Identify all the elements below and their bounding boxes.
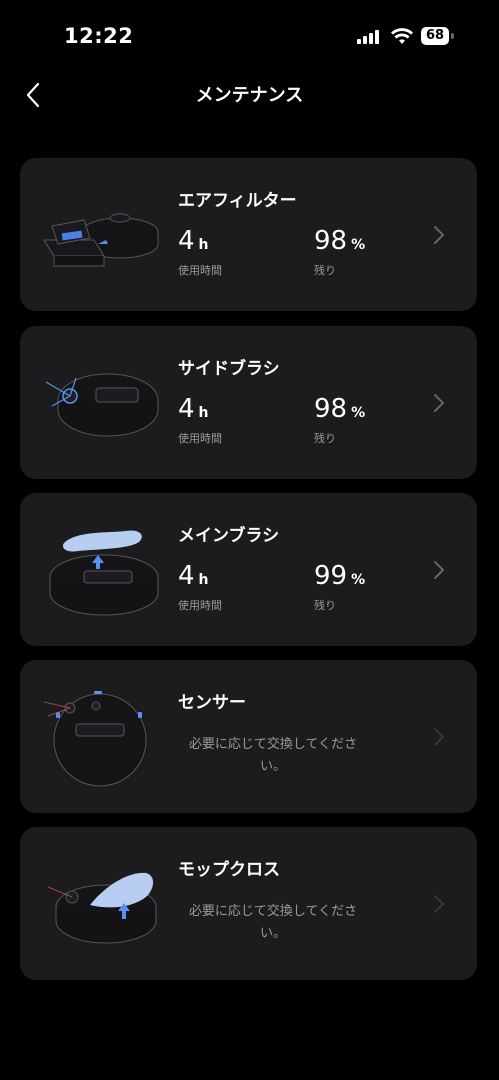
remaining-unit: %: [351, 405, 366, 421]
usage-label: 使用時間: [178, 264, 222, 277]
remaining-unit: %: [351, 572, 366, 588]
main-brush-card[interactable]: メインブラシ 4h 使用時間 99% 残り: [20, 493, 477, 646]
card-title: エアフィルター: [178, 191, 297, 211]
header: メンテナンス: [0, 70, 499, 120]
card-title: サイドブラシ: [178, 359, 280, 379]
mop-cloth-illustration: [47, 872, 157, 944]
usage-time-metric: 4h 使用時間: [178, 561, 222, 613]
chevron-right-icon: [434, 226, 444, 244]
usage-label: 使用時間: [178, 599, 222, 612]
side-brush-card[interactable]: サイドブラシ 4h 使用時間 98% 残り: [20, 326, 477, 479]
page-title: メンテナンス: [195, 85, 304, 106]
sensor-illustration: [43, 691, 147, 787]
remaining-metric: 98% 残り: [314, 394, 365, 446]
main-brush-illustration: [49, 530, 159, 616]
remaining-unit: %: [351, 237, 366, 253]
chevron-right-icon: [434, 561, 444, 579]
chevron-right-icon: [434, 394, 444, 412]
status-bar: 12:22 68: [0, 0, 499, 70]
usage-label: 使用時間: [178, 432, 222, 445]
air-filter-illustration: [43, 213, 159, 267]
remaining-value: 99: [314, 561, 348, 591]
chevron-right-icon: [434, 895, 444, 913]
card-description: 必要に応じて交換してください。: [188, 737, 358, 774]
remaining-metric: 98% 残り: [314, 226, 365, 278]
battery-tip: [451, 33, 454, 39]
battery-indicator: 68: [421, 27, 455, 47]
usage-value: 4: [178, 226, 195, 256]
air-filter-card[interactable]: エアフィルター 4h 使用時間 98% 残り: [20, 158, 477, 311]
remaining-metric: 99% 残り: [314, 561, 365, 613]
usage-time-metric: 4h 使用時間: [178, 226, 222, 278]
card-title: センサー: [178, 693, 246, 713]
remaining-label: 残り: [314, 432, 336, 445]
mop-cloth-card[interactable]: モップクロス 必要に応じて交換してください。: [20, 827, 477, 980]
usage-value: 4: [178, 561, 195, 591]
usage-value: 4: [178, 394, 195, 424]
card-description: 必要に応じて交換してください。: [188, 904, 358, 941]
remaining-value: 98: [314, 226, 348, 256]
usage-unit: h: [198, 237, 209, 253]
battery-level: 68: [421, 27, 449, 45]
usage-unit: h: [198, 572, 209, 588]
sensor-card[interactable]: センサー 必要に応じて交換してください。: [20, 660, 477, 813]
card-title: モップクロス: [178, 860, 280, 880]
card-title: メインブラシ: [178, 526, 280, 546]
status-time: 12:22: [64, 24, 134, 48]
usage-time-metric: 4h 使用時間: [178, 394, 222, 446]
chevron-right-icon: [434, 728, 444, 746]
side-brush-illustration: [45, 373, 159, 437]
usage-unit: h: [198, 405, 209, 421]
remaining-value: 98: [314, 394, 348, 424]
remaining-label: 残り: [314, 599, 336, 612]
wifi-icon: [391, 28, 413, 44]
cellular-signal-icon: [357, 30, 379, 44]
remaining-label: 残り: [314, 264, 336, 277]
